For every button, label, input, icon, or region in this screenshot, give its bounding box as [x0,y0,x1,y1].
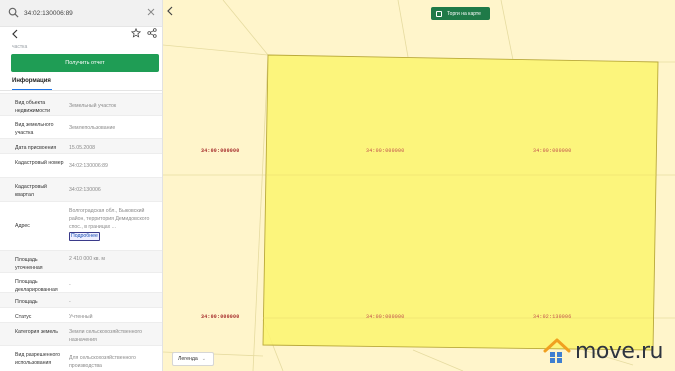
info-value: 34:02:130006 [69,187,101,193]
info-value: Волгоградская обл., Быковский район, тер… [69,207,159,241]
trades-on-map-toggle[interactable]: Торги на карте [431,7,490,20]
back-arrow-icon[interactable] [11,29,19,39]
info-value: 15.05.2008 [69,145,95,151]
info-row-parcel-type: Вид земельного участка Землепользование [0,115,162,138]
address-text: Волгоградская обл., Быковский район, тер… [69,208,150,230]
map-parcel-label: 34:00:000000 [366,314,405,320]
info-row-land-category: Категория земель Земли сельскохозяйствен… [0,322,162,345]
map-parcel-label: 34:02:130006 [533,314,572,320]
house-logo-icon [543,338,571,363]
info-row-object-type: Вид объекта недвижимости Земельный участ… [0,93,162,115]
info-label: Вид объекта недвижимости [15,100,51,114]
trades-on-map-label: Торги на карте [447,10,481,17]
map-parcel-label: 34:00:000000 [366,148,405,154]
map-parcel-label: 34:00:000000 [201,148,240,154]
map-parcel-label: 34:00:000000 [533,148,572,154]
legend-button[interactable]: Легенда ⌄ [172,352,214,366]
info-value: Для сельскохозяйственного производства [69,355,136,369]
info-label: Статус [15,314,32,320]
search-icon[interactable] [8,7,19,18]
info-row-status: Статус Учтенный [0,307,162,322]
selected-parcel [262,54,659,351]
info-label: Адрес [15,223,30,229]
checkbox-icon[interactable] [436,10,442,17]
watermark-text: move.ru [575,338,663,364]
close-icon[interactable] [146,7,156,17]
address-more-link[interactable]: Подробнее [69,232,100,241]
chevron-down-icon: ⌄ [201,356,206,362]
info-row-area-specified: Площадь уточненная 2 410 000 кв. м [0,250,162,272]
search-bar [0,0,162,27]
legend-label: Легенда [178,356,198,362]
info-row-assigned-date: Дата присвоения 15.05.2008 [0,138,162,153]
info-label: Кадастровый номер [15,160,64,166]
divider [0,90,162,91]
collapse-sidebar-icon[interactable] [166,6,174,16]
info-label: Категория земель [15,329,58,335]
info-value: - [69,299,71,305]
tab-information[interactable]: Информация [12,78,51,84]
info-row-address: Адрес Волгоградская обл., Быковский райо… [0,201,162,250]
info-label: Кадастровый квартал [15,184,47,198]
part-label: частка [12,44,28,50]
info-row-area-declared: Площадь декларированная - [0,272,162,293]
share-icon[interactable] [147,28,157,38]
info-label: Площадь уточненная [15,257,43,271]
info-value: Землепользование [69,125,116,131]
info-value: - [69,282,71,288]
map-parcels [163,0,675,371]
info-row-cadastral-quarter: Кадастровый квартал 34:02:130006 [0,177,162,201]
info-label: Дата присвоения [15,145,57,151]
info-row-area: Площадь - [0,292,162,307]
move-ru-logo: move.ru [543,334,675,368]
info-value: 34:02:130006:89 [69,163,108,169]
get-report-button[interactable]: Получить отчет [11,54,159,72]
map-view[interactable]: Торги на карте 34:00:000000 34:00:000000… [163,0,675,371]
info-row-cadastral-number: Кадастровый номер 34:02:130006:89 [0,153,162,177]
info-value: Земли сельскохозяйственного назначения [69,329,143,343]
info-label: Вид разрешенного использования [15,352,61,366]
sidebar-panel: частка Получить отчет Информация Вид объ… [0,0,163,371]
star-icon[interactable] [131,28,141,38]
info-label: Вид земельного участка [15,122,54,136]
map-parcel-label: 34:00:000000 [201,314,240,320]
info-value: Земельный участок [69,103,117,109]
info-label: Площадь [15,299,38,305]
info-value: Учтенный [69,314,93,320]
search-input[interactable] [24,6,142,20]
info-row-permitted-use: Вид разрешенного использования Для сельс… [0,345,162,371]
info-value: 2 410 000 кв. м [69,256,105,262]
